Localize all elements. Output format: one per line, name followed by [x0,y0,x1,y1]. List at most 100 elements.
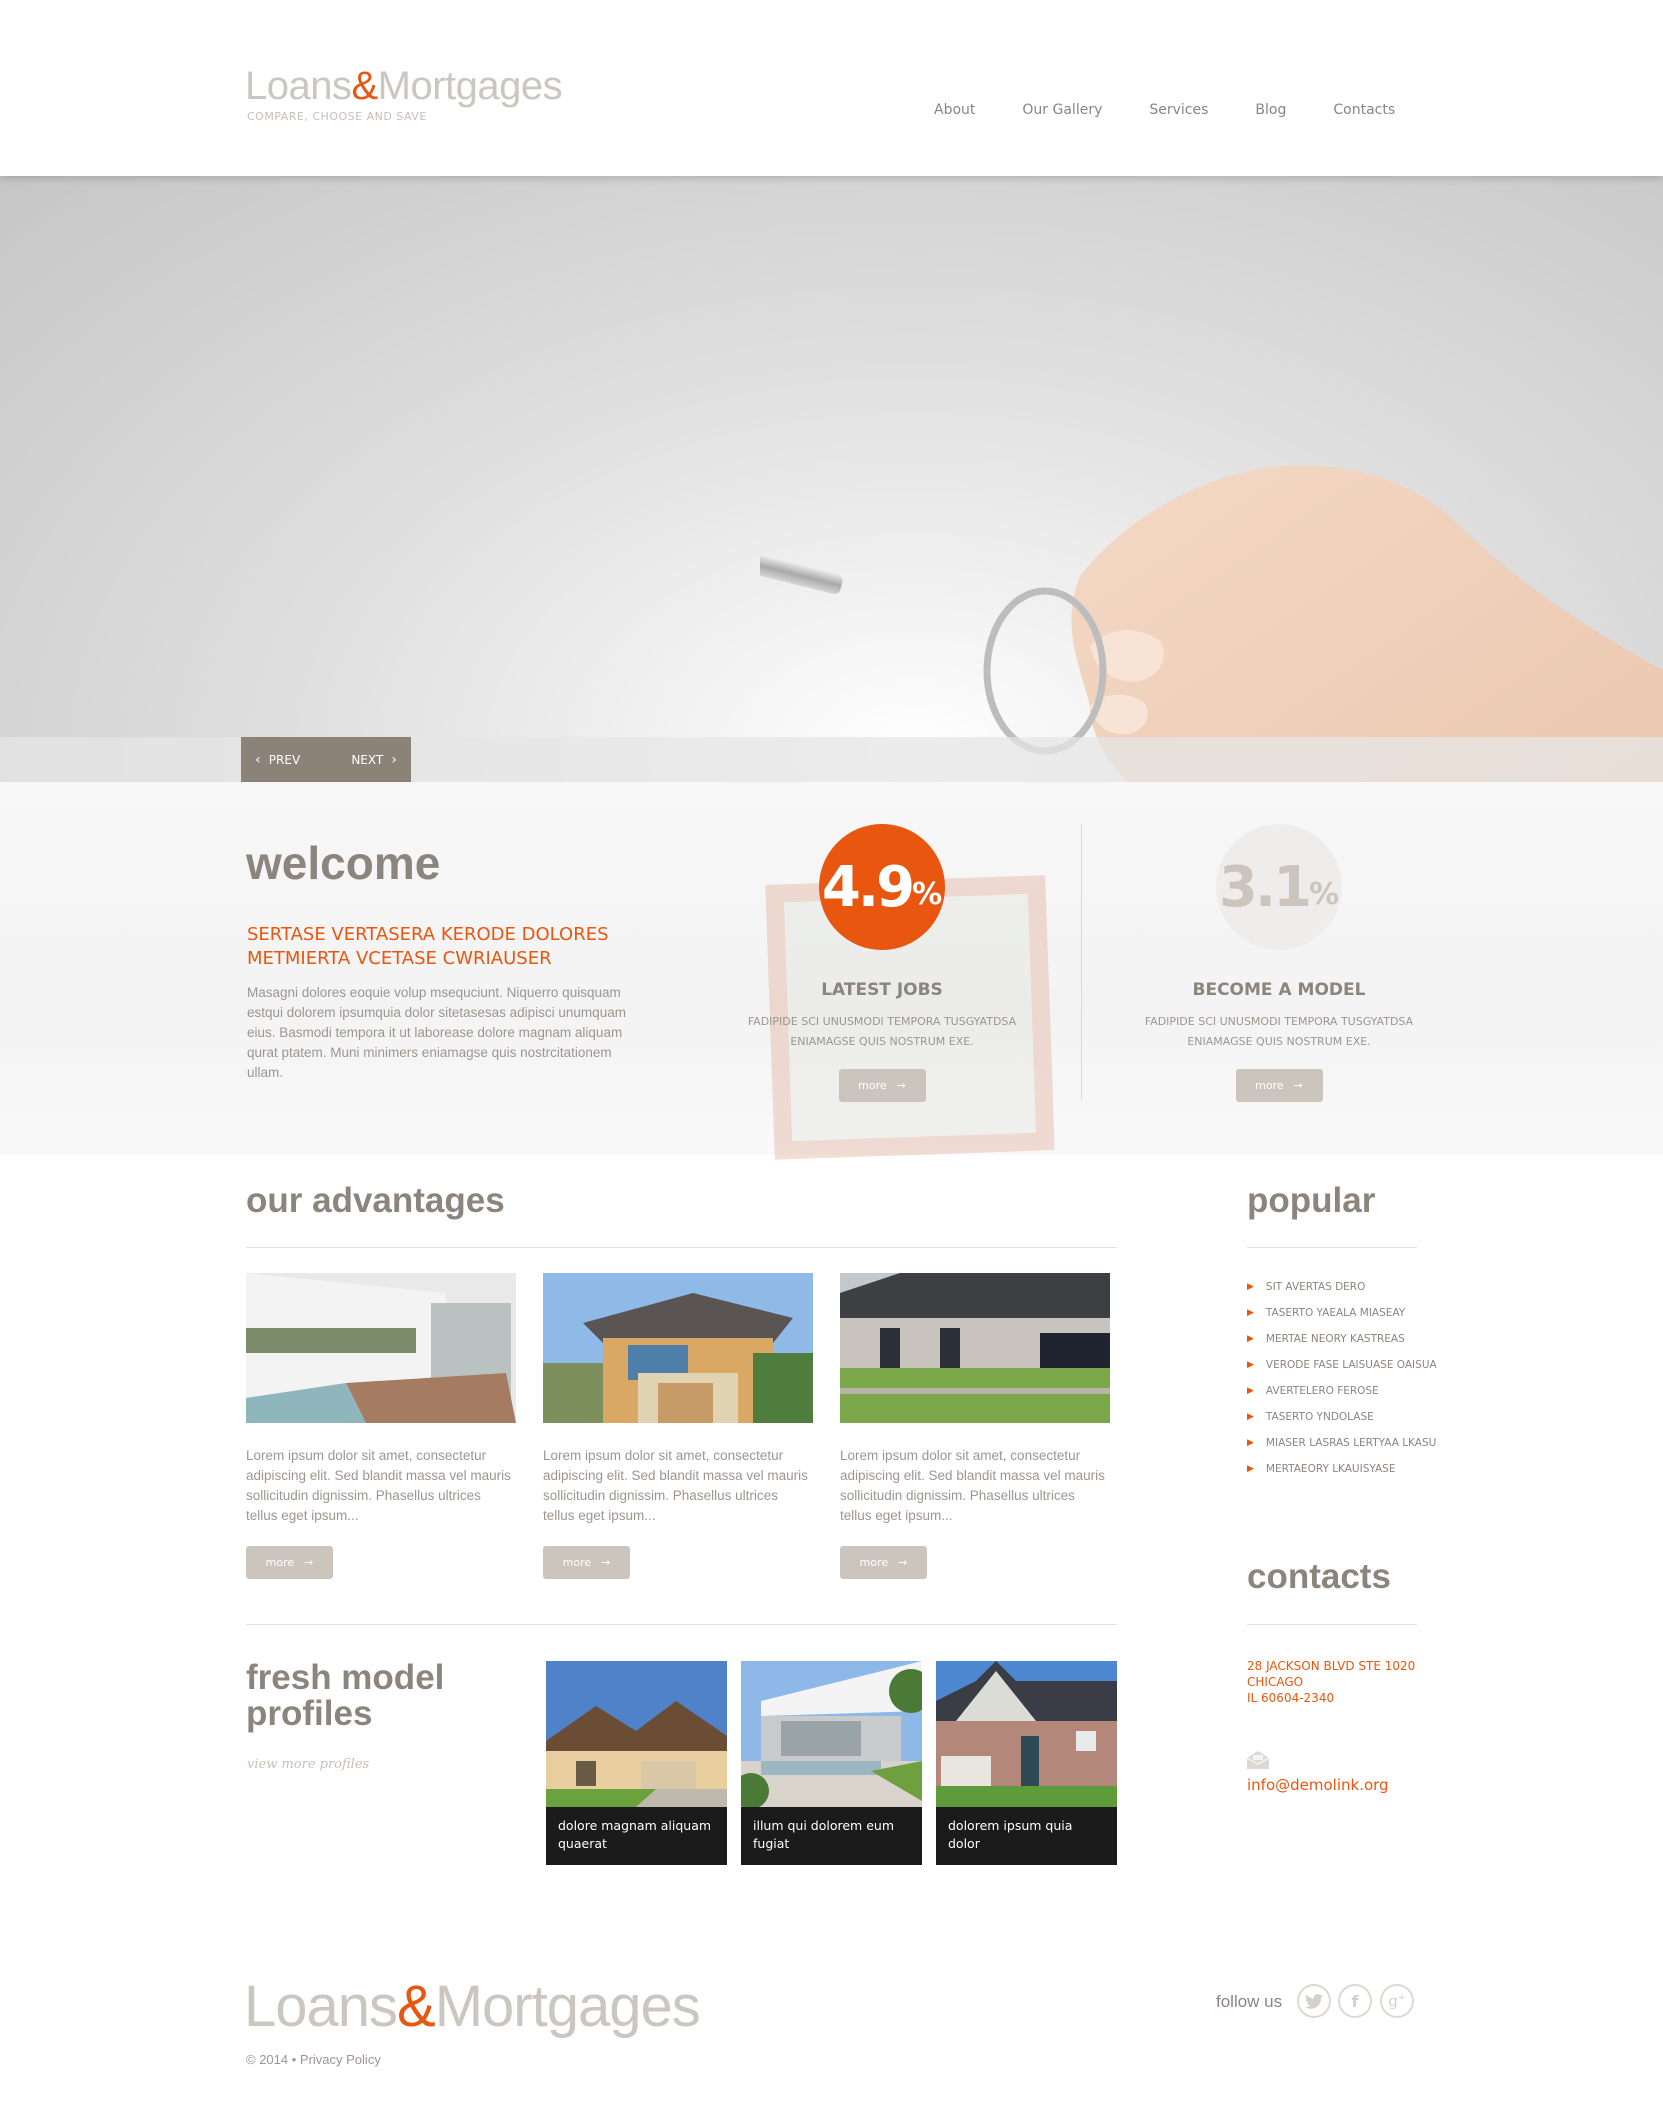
model-card[interactable]: dolorem ipsum quia dolor [936,1661,1117,1865]
more-label: more [265,1556,295,1569]
advantage-more-button[interactable]: more → [840,1546,927,1579]
vertical-divider [1081,824,1082,1100]
model-image-beige-house [546,1661,727,1807]
logo-text-mortgages: Mortgages [377,64,563,108]
logo-text-loans: Loans [244,1974,398,2039]
advantage-image-grey-house[interactable] [840,1273,1110,1423]
chevron-left-icon: ‹ [255,751,261,768]
arrow-right-icon: → [896,1079,906,1092]
caret-right-icon: ▶ [1247,1360,1254,1370]
stat-unit: % [1309,876,1340,912]
prev-label: PREV [268,752,301,767]
stat-text: FADIPIDE SCI UNUSMODI TEMPORA TUSGYATDSA… [747,1015,1017,1048]
popular-item[interactable]: ▶ AVERTELERO FEROSE [1247,1378,1437,1404]
section-divider [246,1624,1117,1625]
stat-circle: 3.1% [1216,824,1342,950]
nav-our-gallery[interactable]: Our Gallery [1022,102,1102,118]
nav-contacts[interactable]: Contacts [1333,102,1395,118]
advantage-more-button[interactable]: more → [543,1546,630,1579]
more-label: more [1255,1079,1284,1092]
chevron-right-icon: › [391,751,397,768]
popular-item[interactable]: ▶ VERODE FASE LAISUASE OAISUA [1247,1352,1437,1378]
arrow-right-icon: → [601,1556,611,1569]
contacts-divider [1247,1624,1417,1625]
address-line: CHICAGO [1247,1675,1304,1689]
facebook-icon[interactable]: f [1338,1984,1372,2018]
advantage-text: Lorem ipsum dolor sit amet, consectetur … [543,1448,808,1523]
popular-item[interactable]: ▶ SIT AVERTAS DERO [1247,1274,1437,1300]
model-image-modern-pool-house [741,1661,922,1807]
main-nav: About Our Gallery Services Blog Contacts [934,102,1442,118]
twitter-icon[interactable] [1297,1984,1331,2018]
advantages-divider [246,1247,1117,1248]
google-plus-icon[interactable]: g+ [1380,1984,1414,2018]
hand-holding-key-image [760,465,1663,782]
model-caption: illum qui dolorem eum fugiat [741,1807,922,1865]
welcome-title: welcome [246,837,441,889]
more-button[interactable]: more → [1235,1069,1323,1102]
welcome-body: Masagni dolores eoquie volup msequciunt.… [247,985,626,1080]
prev-button[interactable]: ‹ PREV [255,752,300,768]
logo-text-mortgages: Mortgages [434,1974,701,2039]
advantage-more-button[interactable]: more → [246,1546,333,1579]
advantages-title: our advantages [246,1181,505,1220]
slider-nav: ‹ PREV NEXT › [241,737,411,782]
fresh-models-title: fresh model profiles [246,1658,445,1733]
nav-about[interactable]: About [934,102,975,118]
stat-circle: 4.9% [819,824,945,950]
stat-title: LATEST JOBS [821,980,943,1000]
advantage-text: Lorem ipsum dolor sit amet, consectetur … [840,1448,1105,1523]
contact-address: 28 JACKSON BLVD STE 1020 CHICAGO IL 6060… [1247,1658,1415,1706]
popular-title: popular [1247,1181,1376,1220]
site-logo[interactable]: Loans&Mortgages [245,64,563,108]
stat-become-a-model: 3.1% BECOME A MODEL FADIPIDE SCI UNUSMOD… [1129,824,1429,1102]
popular-divider [1247,1247,1417,1248]
contacts-title: contacts [1247,1557,1391,1596]
view-more-profiles-link[interactable]: view more profiles [247,1757,369,1772]
envelope-icon [1247,1751,1269,1769]
caret-right-icon: ▶ [1247,1282,1254,1292]
address-line: 28 JACKSON BLVD STE 1020 [1247,1659,1416,1673]
follow-us-label: follow us [1216,1992,1283,2011]
advantage-image-modern-house[interactable] [246,1273,516,1423]
stat-value: 3.1 [1218,854,1312,920]
footer-logo[interactable]: Loans&Mortgages [244,1978,701,2036]
caret-right-icon: ▶ [1247,1438,1254,1448]
stat-text: FADIPIDE SCI UNUSMODI TEMPORA TUSGYATDSA… [1144,1015,1414,1048]
model-caption: dolore magnam aliquam quaerat [546,1807,727,1865]
caret-right-icon: ▶ [1247,1334,1254,1344]
logo-text-loans: Loans [245,64,352,108]
popular-item[interactable]: ▶ TASERTO YNDOLASE [1247,1404,1437,1430]
logo-ampersand: & [351,64,378,108]
hero-slider: ‹ PREV NEXT › [0,176,1663,782]
nav-services[interactable]: Services [1149,102,1208,118]
next-button[interactable]: NEXT › [351,752,397,768]
caret-right-icon: ▶ [1247,1386,1254,1396]
popular-item[interactable]: ▶ MERTAEORY LKAUISYASE [1247,1456,1437,1482]
stat-title: BECOME A MODEL [1192,980,1366,1000]
more-label: more [859,1556,889,1569]
more-label: more [562,1556,592,1569]
model-card[interactable]: dolore magnam aliquam quaerat [546,1661,727,1865]
site-tagline: COMPARE, CHOOSE AND SAVE [247,110,427,123]
contact-email[interactable]: info@demolink.org [1247,1776,1389,1794]
arrow-right-icon: → [898,1556,908,1569]
more-button[interactable]: more → [838,1069,926,1102]
more-label: more [858,1079,887,1092]
stat-unit: % [912,876,943,912]
popular-list: ▶ SIT AVERTAS DERO ▶ TASERTO YAEALA MIASEA… [1247,1274,1437,1482]
privacy-policy-link[interactable]: Privacy Policy [300,2052,381,2067]
caret-right-icon: ▶ [1247,1464,1254,1474]
advantage-image-yellow-house[interactable] [543,1273,813,1423]
logo-ampersand: & [397,1974,436,2039]
popular-item[interactable]: ▶ MERTAE NEORY KASTREAS [1247,1326,1437,1352]
model-card[interactable]: illum qui dolorem eum fugiat [741,1661,922,1865]
address-line: IL 60604-2340 [1247,1691,1335,1705]
nav-blog[interactable]: Blog [1255,102,1286,118]
next-label: NEXT [351,752,384,767]
popular-item[interactable]: ▶ TASERTO YAEALA MIASEAY [1247,1300,1437,1326]
caret-right-icon: ▶ [1247,1308,1254,1318]
advantage-text: Lorem ipsum dolor sit amet, consectetur … [246,1448,511,1523]
caret-right-icon: ▶ [1247,1412,1254,1422]
popular-item[interactable]: ▶ MIASER LASRAS LERTYAA LKASU [1247,1430,1437,1456]
